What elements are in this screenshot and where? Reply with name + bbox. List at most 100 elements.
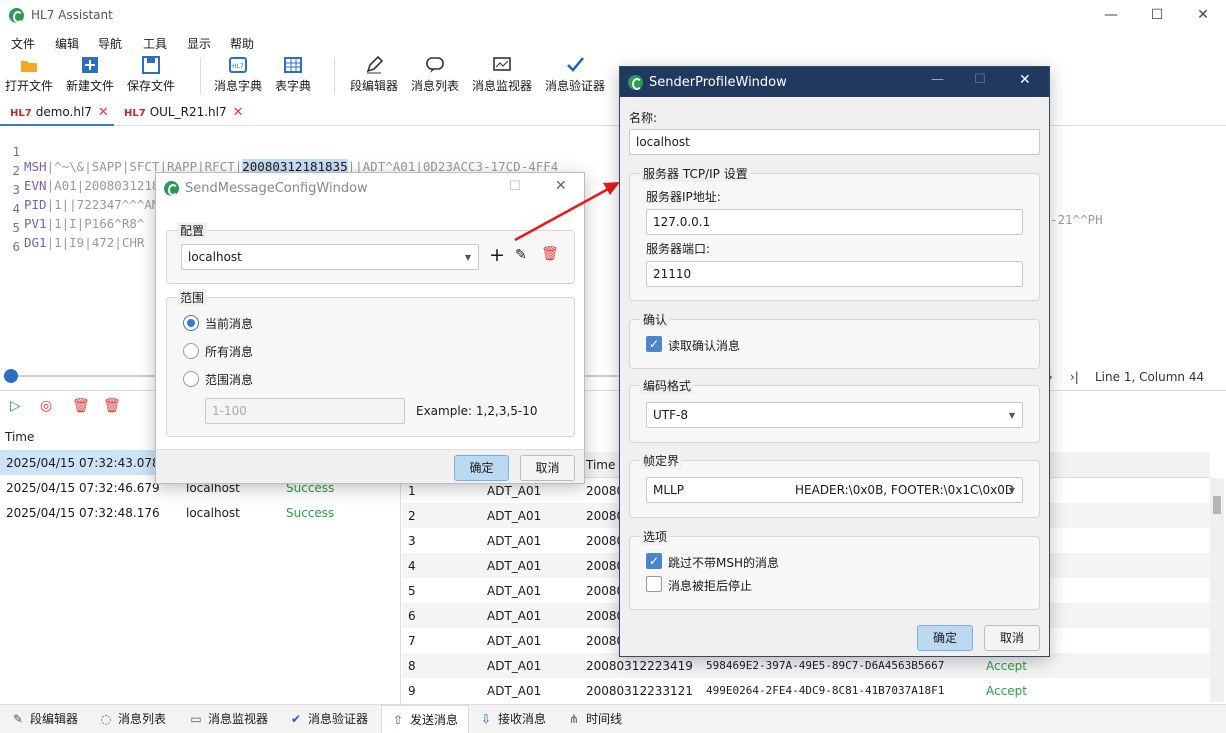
encoding-group: 编码格式 UTF-8 ▼ [629, 377, 1040, 443]
menu-file[interactable]: 文件 [11, 35, 35, 52]
close-icon[interactable]: ✕ [1180, 0, 1226, 32]
menu-help[interactable]: 帮助 [230, 35, 254, 52]
edit-icon[interactable]: ✎ [515, 247, 527, 263]
message-type: ADT_A01 [487, 659, 542, 673]
checkbox-label: 读取确认消息 [668, 339, 741, 353]
stop-icon[interactable]: ◎ [40, 398, 52, 414]
maximize-icon[interactable]: ☐ [1134, 0, 1180, 32]
tab-send-message[interactable]: ⇧ 发送消息 [381, 705, 469, 733]
message-type: ADT_A01 [487, 609, 542, 623]
table-row[interactable]: 9 ADT_A01 20080312233121 499E0264-2FE4-4DC9… [402, 678, 1210, 703]
checkbox-label: 消息被拒后停止 [668, 579, 753, 593]
new-file-button[interactable]: 新建文件 [63, 54, 117, 98]
tab-oul-r21[interactable]: HL7 OUL_R21.hl7 ✕ [114, 100, 244, 126]
tab-message-list[interactable]: ◌ 消息列表 [98, 710, 166, 727]
message-type: ADT_A01 [487, 534, 542, 548]
encoding-select[interactable]: UTF-8 ▼ [646, 402, 1023, 428]
app-logo-icon [9, 8, 24, 23]
minimize-icon[interactable]: — [1088, 0, 1134, 32]
tab-receive-message[interactable]: ⇩ 接收消息 [478, 710, 546, 727]
message-n: 5 [408, 584, 416, 598]
message-time: 20080312223419 [586, 659, 693, 673]
ok-button[interactable]: 确定 [917, 625, 973, 651]
cursor-position: Line 1, Column 44 [1095, 370, 1205, 384]
segment-editor-button[interactable]: 段编辑器 [348, 54, 400, 98]
message-n: 8 [408, 659, 416, 673]
sent-time-header: Time [5, 430, 35, 444]
radio-all-messages[interactable] [183, 343, 199, 359]
tab-message-validator[interactable]: ✔ 消息验证器 [288, 710, 368, 727]
message-dictionary-button[interactable]: HL7 消息字典 [212, 54, 264, 98]
message-monitor-button[interactable]: 消息监视器 [470, 54, 534, 98]
add-icon[interactable]: + [489, 244, 505, 266]
save-icon [142, 56, 160, 74]
stop-on-reject-checkbox[interactable] [646, 576, 662, 592]
menu-view[interactable]: 显示 [187, 35, 211, 52]
server-ip-input[interactable]: 127.0.0.1 [646, 209, 1023, 235]
ok-button[interactable]: 确定 [454, 455, 509, 481]
tab-label: 消息验证器 [308, 712, 369, 726]
messages-time-header: Time [586, 458, 616, 472]
title-bar: HL7 Assistant — ☐ ✕ [0, 0, 1226, 32]
message-n: 6 [408, 609, 416, 623]
minimize-icon[interactable]: — [931, 72, 944, 87]
group-label: 范围 [177, 289, 208, 306]
play-icon[interactable]: ▷ [10, 398, 21, 414]
scroll-thumb[interactable] [4, 369, 18, 383]
table-dictionary-button[interactable]: 表字典 [272, 54, 314, 98]
radio-range-messages[interactable] [183, 371, 199, 387]
tab-segment-editor[interactable]: ✎ 段编辑器 [10, 710, 78, 727]
chevron-down-icon: ▼ [464, 253, 471, 262]
check-icon [567, 57, 584, 72]
profile-value: localhost [188, 250, 242, 264]
hl7-file-icon: HL7 [124, 108, 146, 119]
scroll-thumb[interactable] [1213, 496, 1221, 514]
menu-navigate[interactable]: 导航 [98, 35, 122, 52]
port-value: 21110 [653, 267, 692, 281]
table-row[interactable]: 2025/04/15 07:32:48.176 localhost Succes… [0, 500, 400, 525]
delete-icon[interactable]: 🗑 [72, 398, 90, 414]
close-tab-icon[interactable]: ✕ [233, 105, 244, 120]
message-type: ADT_A01 [487, 484, 542, 498]
tab-demo[interactable]: HL7 demo.hl7 ✕ [0, 100, 114, 126]
read-ack-checkbox[interactable]: ✓ [646, 336, 662, 352]
frame-value: MLLP [653, 483, 684, 497]
delete-icon[interactable]: 🗑 [541, 246, 559, 262]
cancel-button[interactable]: 取消 [984, 625, 1040, 651]
profile-select[interactable]: localhost ▼ [181, 244, 479, 270]
clear-icon[interactable]: 🗑 [103, 398, 121, 414]
menu-tools[interactable]: 工具 [143, 35, 167, 52]
save-file-button[interactable]: 保存文件 [124, 54, 178, 98]
open-file-button[interactable]: 打开文件 [3, 54, 55, 98]
ack-group: 确认 ✓ 读取确认消息 [629, 311, 1040, 369]
tab-message-monitor[interactable]: ▭ 消息监视器 [188, 710, 268, 727]
close-icon[interactable]: ✕ [1019, 72, 1031, 88]
sender-profile-dialog: SenderProfileWindow — ☐ ✕ 名称: localhost … [619, 66, 1050, 657]
message-type: ADT_A01 [487, 559, 542, 573]
message-type: ADT_A01 [487, 684, 542, 698]
range-input[interactable]: 1-100 [205, 398, 405, 424]
tcp-settings-group: 服务器 TCP/IP 设置 服务器IP地址: 127.0.0.1 服务器端口: … [629, 165, 1040, 301]
upload-icon: ⇧ [392, 713, 404, 727]
close-tab-icon[interactable]: ✕ [98, 105, 109, 120]
profile-name-input[interactable]: localhost [629, 129, 1040, 155]
messages-scrollbar[interactable] [1210, 478, 1224, 702]
pencil-icon: ✎ [12, 712, 24, 726]
radio-current-message[interactable] [183, 315, 199, 331]
message-type: ADT_A01 [487, 634, 542, 648]
cancel-button[interactable]: 取消 [520, 455, 575, 481]
message-n: 9 [408, 684, 416, 698]
message-list-button[interactable]: 消息列表 [409, 54, 461, 98]
message-type: ADT_A01 [487, 509, 542, 523]
message-id: 598469E2-397A-49E5-89C7-D6A4563B5667 [706, 659, 945, 672]
server-port-input[interactable]: 21110 [646, 261, 1023, 287]
name-value: localhost [636, 135, 690, 149]
last-icon[interactable]: ›| [1070, 370, 1079, 384]
menu-edit[interactable]: 编辑 [55, 35, 79, 52]
tab-timeline[interactable]: ⋔ 时间线 [566, 710, 622, 727]
chevron-down-icon: ▼ [1008, 411, 1015, 420]
message-validator-button[interactable]: 消息验证器 [543, 54, 607, 98]
frame-select[interactable]: MLLP HEADER:\0x0B, FOOTER:\0x1C\0x0D ▼ [646, 477, 1023, 503]
dialog-title: SenderProfileWindow [649, 75, 787, 90]
skip-no-msh-checkbox[interactable]: ✓ [646, 553, 662, 569]
